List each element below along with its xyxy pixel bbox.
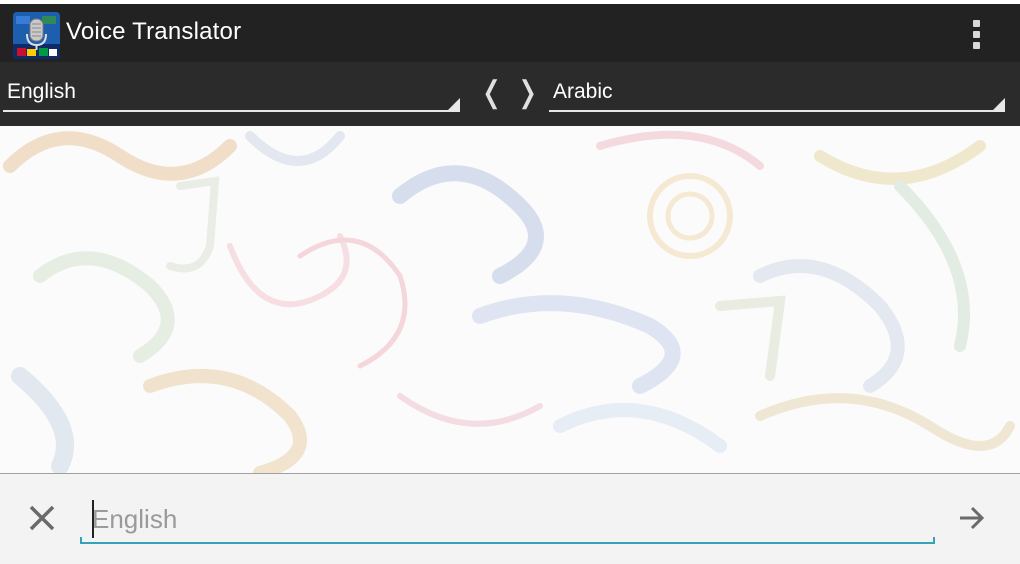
dropdown-triangle-icon	[993, 98, 1005, 110]
source-language-spinner[interactable]: English	[3, 70, 460, 112]
swap-right-button[interactable]: ❭	[515, 78, 540, 108]
input-underline	[80, 537, 935, 544]
source-language-label: English	[7, 80, 76, 103]
text-input-container	[80, 496, 935, 544]
input-bar	[0, 474, 1020, 564]
close-icon[interactable]	[26, 502, 58, 534]
language-bar: English ❬ ❭ Arabic	[0, 62, 1020, 126]
arrow-right-icon[interactable]	[956, 502, 988, 534]
calligraphy-background	[3, 130, 1015, 473]
text-cursor	[92, 500, 94, 538]
target-language-label: Arabic	[553, 80, 613, 103]
app-icon[interactable]	[13, 12, 60, 59]
app-title: Voice Translator	[66, 18, 242, 45]
source-text-input[interactable]	[92, 500, 922, 538]
swap-left-button[interactable]: ❬	[479, 78, 504, 108]
action-bar: Voice Translator	[0, 4, 1020, 62]
target-language-spinner[interactable]: Arabic	[549, 70, 1005, 112]
dropdown-triangle-icon	[448, 98, 460, 110]
translation-area	[0, 126, 1020, 473]
overflow-menu-icon[interactable]	[964, 16, 992, 52]
